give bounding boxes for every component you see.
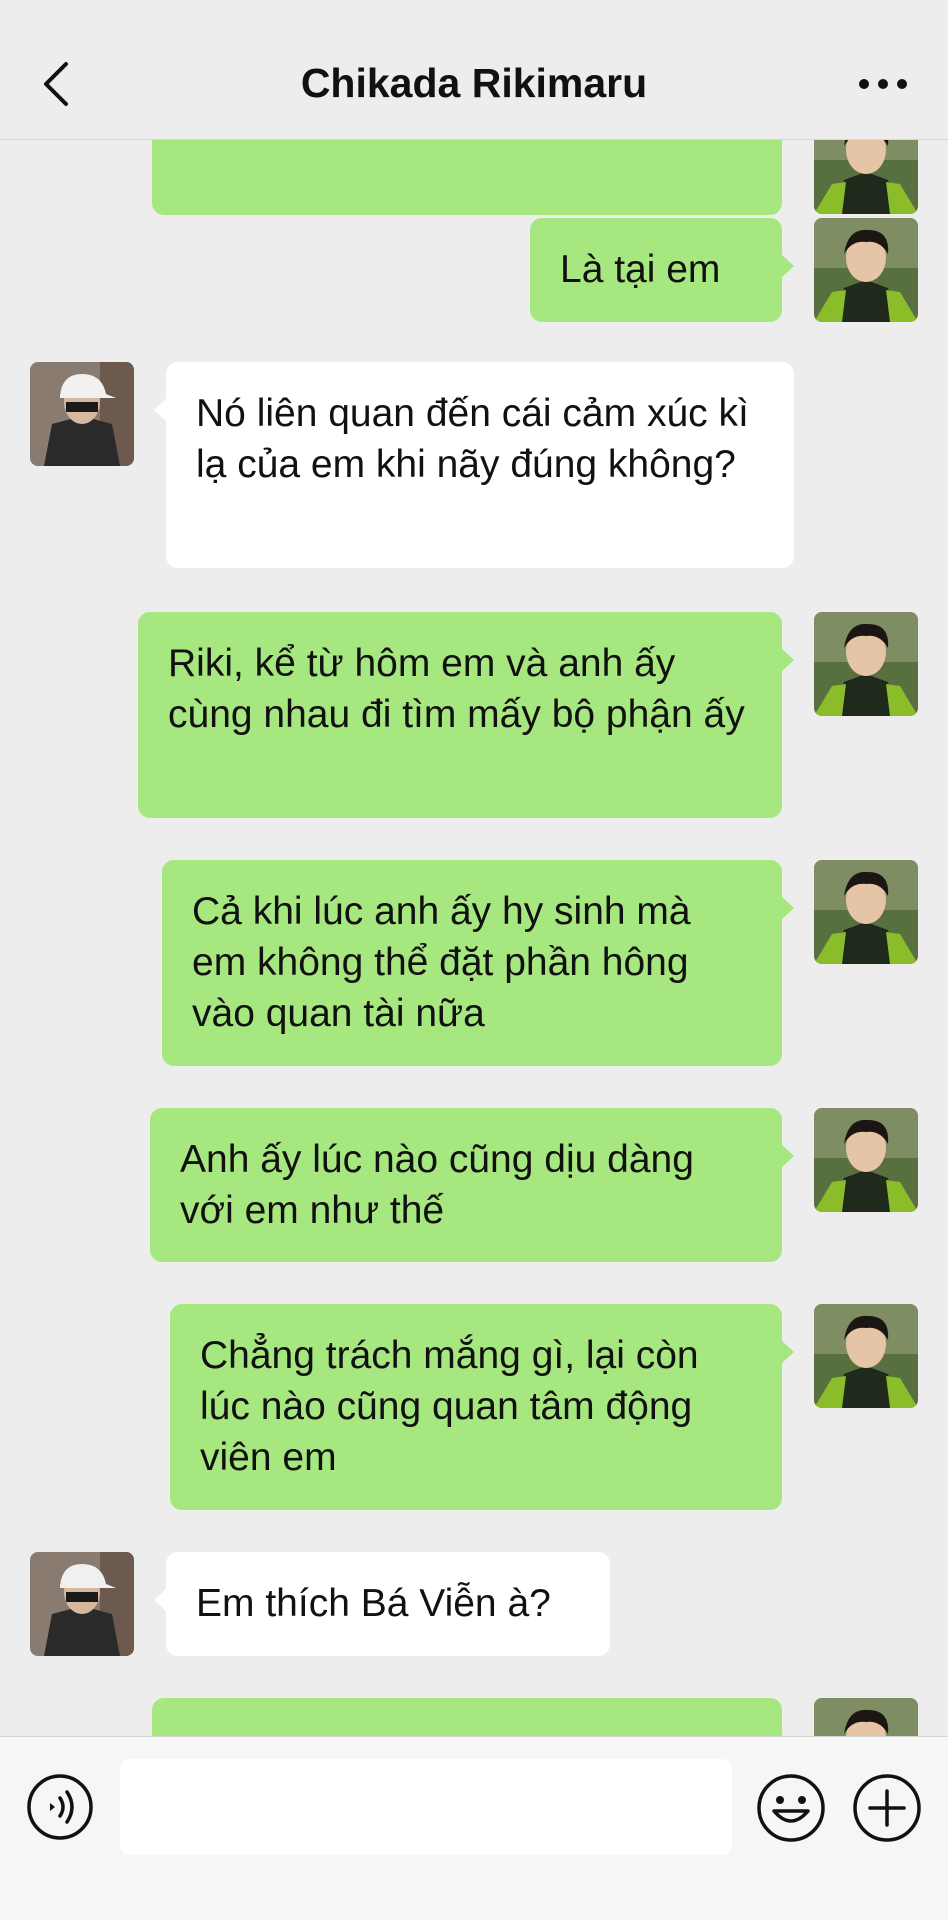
- message-row: Em thích Bá Viễn à?: [0, 1552, 948, 1656]
- user-avatar-icon: [814, 1304, 918, 1408]
- message-row: Anh ấy lúc nào cũng dịu dàng với em như …: [0, 1108, 948, 1262]
- message-bubble[interactable]: Riki, kể từ hôm em và anh ấy cùng nhau đ…: [138, 612, 794, 818]
- avatar[interactable]: [814, 140, 918, 214]
- message-row: Riki, kể từ hôm em và anh ấy cùng nhau đ…: [0, 612, 948, 818]
- message-bubble[interactable]: Chẳng trách mắng gì, lại còn lúc nào cũn…: [170, 1304, 794, 1510]
- message-bubble[interactable]: Cả khi lúc anh ấy hy sinh mà em không th…: [162, 860, 794, 1066]
- message-row: Cả khi lúc anh ấy hy sinh mà em không th…: [0, 860, 948, 1066]
- message-row: Chẳng trách mắng gì, lại còn lúc nào cũn…: [0, 1304, 948, 1510]
- avatar[interactable]: [814, 1698, 918, 1736]
- page-title: Chikada Rikimaru: [300, 60, 648, 106]
- back-arrow-icon: [44, 62, 68, 106]
- message-bubble[interactable]: [152, 140, 782, 215]
- emoji-icon: [757, 1774, 825, 1842]
- voice-button[interactable]: [26, 1773, 94, 1841]
- user-avatar-icon: [814, 140, 918, 214]
- message-bubble[interactable]: Là tại em: [530, 218, 794, 322]
- chat-message-list[interactable]: Là tại em Nó liên quan đến cái cảm xúc k…: [0, 140, 948, 1736]
- avatar[interactable]: [814, 218, 918, 322]
- avatar[interactable]: [814, 612, 918, 716]
- message-row: Là tại em: [0, 218, 948, 322]
- message-bubble[interactable]: Em thích Bá Viễn à?: [154, 1552, 610, 1656]
- more-button[interactable]: [838, 64, 928, 104]
- avatar[interactable]: [30, 1552, 134, 1656]
- more-functions-button[interactable]: [852, 1773, 922, 1843]
- avatar[interactable]: [814, 1108, 918, 1212]
- plus-icon: [853, 1774, 921, 1842]
- input-bar: [0, 1736, 948, 1920]
- user-avatar-icon: [814, 860, 918, 964]
- message-bubble[interactable]: Nó liên quan đến cái cảm xúc kì lạ của e…: [154, 362, 794, 568]
- more-icon: [859, 79, 907, 89]
- user-avatar-icon: [814, 218, 918, 322]
- voice-icon: [27, 1774, 93, 1840]
- message-row: [0, 140, 948, 215]
- contact-avatar-icon: [30, 1552, 134, 1656]
- avatar[interactable]: [814, 1304, 918, 1408]
- message-bubble[interactable]: [152, 1698, 794, 1736]
- user-avatar-icon: [814, 1698, 918, 1736]
- avatar[interactable]: [814, 860, 918, 964]
- message-input[interactable]: [120, 1759, 732, 1855]
- contact-avatar-icon: [30, 362, 134, 466]
- message-row: [0, 1698, 948, 1736]
- message-row: Nó liên quan đến cái cảm xúc kì lạ của e…: [0, 362, 948, 568]
- user-avatar-icon: [814, 612, 918, 716]
- avatar[interactable]: [30, 362, 134, 466]
- emoji-button[interactable]: [756, 1773, 826, 1843]
- user-avatar-icon: [814, 1108, 918, 1212]
- chat-header: Chikada Rikimaru: [0, 0, 948, 140]
- back-button[interactable]: [30, 54, 80, 114]
- message-bubble[interactable]: Anh ấy lúc nào cũng dịu dàng với em như …: [150, 1108, 794, 1262]
